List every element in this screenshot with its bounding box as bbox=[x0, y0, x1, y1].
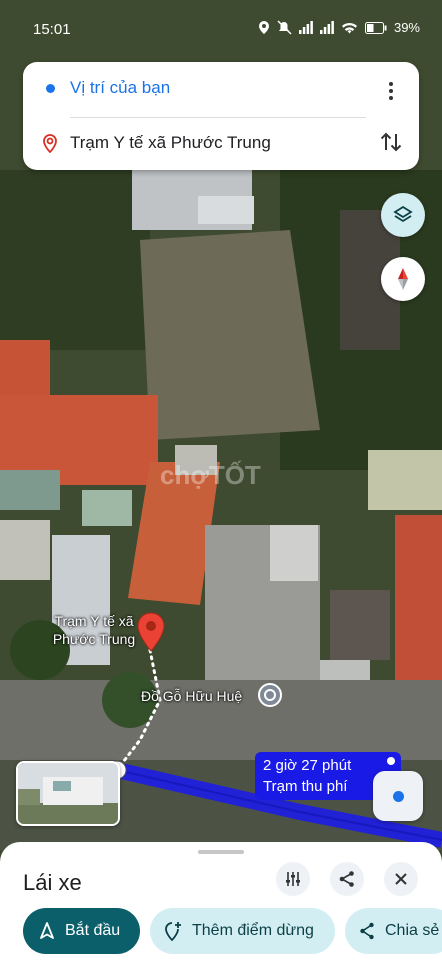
share-icon bbox=[339, 871, 354, 887]
add-stop-label: Thêm điểm dừng bbox=[192, 922, 314, 939]
add-stop-button[interactable]: Thêm điểm dừng bbox=[150, 908, 335, 954]
destination-pin-icon bbox=[43, 134, 57, 153]
share-label: Chia sẻ bbox=[385, 922, 440, 939]
layers-icon bbox=[393, 205, 413, 223]
street-view-thumbnail[interactable] bbox=[16, 761, 120, 826]
more-dot bbox=[389, 88, 393, 93]
navigation-arrow-icon bbox=[39, 922, 55, 940]
signal-icon bbox=[298, 21, 313, 34]
destination-row[interactable]: Trạm Y tế xã Phước Trung bbox=[23, 119, 419, 167]
swap-vertical-icon bbox=[380, 132, 402, 152]
close-icon bbox=[395, 873, 407, 885]
bottom-sheet: Lái xe Bắt đầu Thêm điểm dừng Chia sẻ bbox=[0, 842, 442, 960]
tune-icon bbox=[286, 872, 300, 886]
add-stop-icon bbox=[164, 921, 182, 941]
more-dot bbox=[389, 81, 393, 86]
location-icon bbox=[258, 21, 269, 34]
more-options-button[interactable] bbox=[383, 80, 399, 102]
watermark: chợTỐT bbox=[160, 460, 261, 490]
travel-mode-title: Lái xe bbox=[23, 870, 82, 895]
compass-button[interactable] bbox=[381, 257, 425, 301]
layers-button[interactable] bbox=[381, 193, 425, 237]
status-time: 15:01 bbox=[33, 21, 71, 38]
share-button[interactable]: Chia sẻ bbox=[345, 908, 442, 954]
route-card: Vị trí của bạn Trạm Y tế xã Phước Trung bbox=[23, 62, 419, 170]
swap-route-button[interactable] bbox=[377, 128, 405, 156]
origin-field[interactable]: Vị trí của bạn bbox=[70, 78, 170, 98]
poi-marker[interactable] bbox=[258, 683, 282, 707]
battery-icon bbox=[364, 21, 387, 34]
mute-icon bbox=[277, 20, 292, 35]
my-location-button[interactable] bbox=[373, 771, 423, 821]
toll-icon bbox=[387, 757, 395, 765]
start-navigation-label: Bắt đầu bbox=[65, 922, 121, 939]
status-icons: 39% bbox=[258, 20, 420, 35]
share-route-button[interactable] bbox=[330, 862, 364, 896]
close-button[interactable] bbox=[384, 862, 418, 896]
route-options-button[interactable] bbox=[276, 862, 310, 896]
origin-row[interactable]: Vị trí của bạn bbox=[23, 64, 419, 112]
wifi-icon bbox=[341, 23, 357, 34]
more-dot bbox=[389, 96, 393, 101]
your-location-icon bbox=[46, 84, 55, 93]
destination-marker-label: Trạm Y tế xã Phước Trung bbox=[52, 613, 136, 647]
signal-icon bbox=[319, 21, 334, 34]
card-divider bbox=[70, 117, 366, 118]
start-navigation-button[interactable]: Bắt đầu bbox=[23, 908, 140, 954]
street-view-image bbox=[18, 763, 118, 824]
status-bar: 15:01 39% bbox=[0, 0, 442, 56]
poi-icon bbox=[264, 689, 276, 701]
poi-label: Đồ Gỗ Hữu Huệ bbox=[141, 688, 243, 704]
compass-icon bbox=[398, 268, 408, 290]
my-location-icon bbox=[392, 790, 404, 802]
drag-handle[interactable] bbox=[198, 850, 244, 854]
destination-field[interactable]: Trạm Y tế xã Phước Trung bbox=[70, 133, 271, 153]
battery-percent: 39% bbox=[393, 20, 420, 35]
share-icon bbox=[359, 922, 375, 940]
